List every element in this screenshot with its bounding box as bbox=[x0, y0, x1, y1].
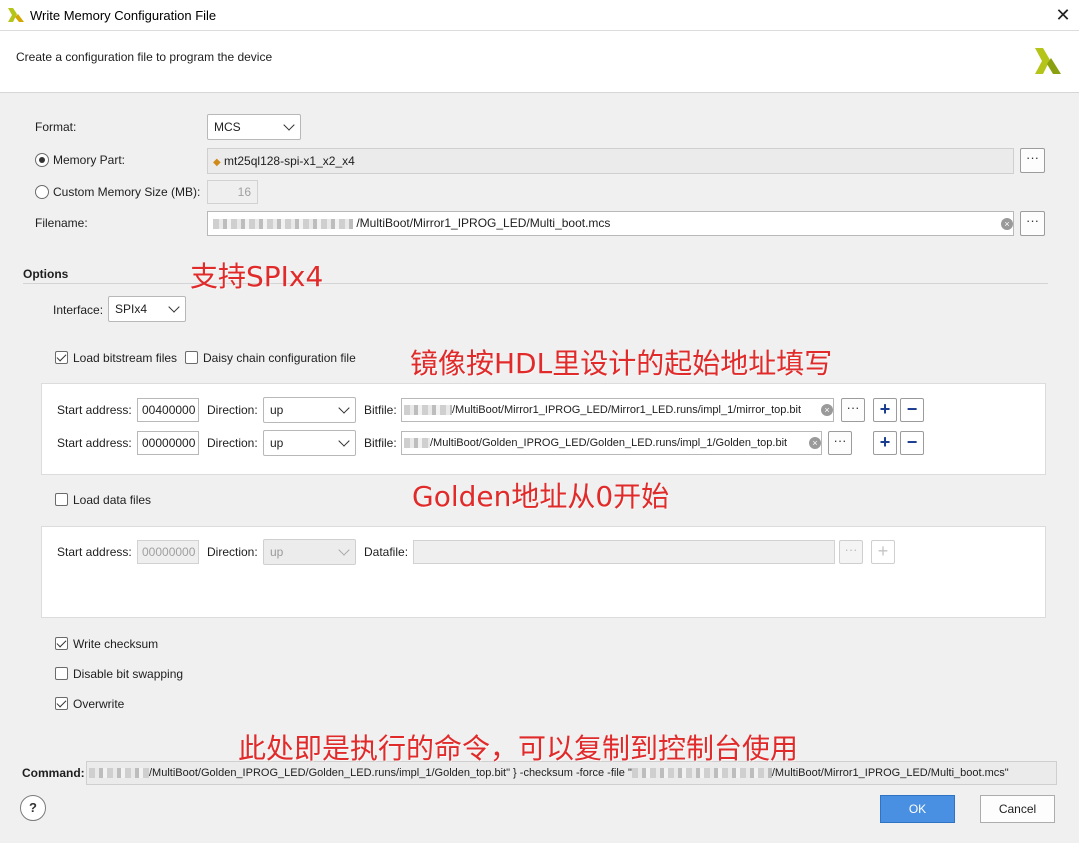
header-description: Create a configuration file to program t… bbox=[16, 50, 273, 64]
direction-select[interactable]: up bbox=[263, 430, 356, 456]
ok-button[interactable]: OK bbox=[880, 795, 955, 823]
remove-row-button[interactable]: − bbox=[900, 398, 924, 422]
clear-icon[interactable]: × bbox=[809, 437, 821, 449]
add-row-button[interactable]: + bbox=[873, 431, 897, 455]
options-divider bbox=[23, 283, 1048, 284]
memory-part-field[interactable]: ◆ mt25ql128-spi-x1_x2_x4 bbox=[207, 148, 1014, 174]
data-direction-select[interactable]: up bbox=[263, 539, 356, 565]
filename-field[interactable]: /MultiBoot/Mirror1_IPROG_LED/Multi_boot.… bbox=[207, 211, 1014, 236]
overwrite-label: Overwrite bbox=[73, 697, 125, 711]
interface-value: SPIx4 bbox=[115, 302, 148, 316]
add-row-button[interactable]: + bbox=[873, 398, 897, 422]
custom-memory-size-label: Custom Memory Size (MB): bbox=[53, 185, 201, 199]
chevron-down-icon bbox=[338, 435, 350, 447]
format-select[interactable]: MCS bbox=[207, 114, 301, 140]
direction-value: up bbox=[270, 403, 284, 417]
direction-value: up bbox=[270, 436, 284, 450]
annotation-command: 此处即是执行的命令，可以复制到控制台使用 bbox=[238, 732, 799, 765]
annotation-hdl: 镜像按HDL里设计的起始地址填写 bbox=[410, 347, 833, 380]
remove-row-button[interactable]: − bbox=[900, 431, 924, 455]
title-bar: Write Memory Configuration File ✕ bbox=[0, 0, 1079, 31]
write-checksum-label: Write checksum bbox=[73, 637, 159, 651]
custom-memory-size-field[interactable]: 16 bbox=[207, 180, 258, 204]
bitfile-label: Bitfile: bbox=[364, 403, 397, 417]
format-value: MCS bbox=[214, 120, 241, 134]
bitfile-browse-button[interactable]: ··· bbox=[828, 431, 852, 455]
direction-value: up bbox=[270, 545, 284, 559]
bitfile-input[interactable]: /MultiBoot/Golden_IPROG_LED/Golden_LED.r… bbox=[401, 431, 822, 455]
chevron-down-icon bbox=[338, 544, 350, 556]
annotation-spi: 支持SPIx4 bbox=[190, 260, 324, 293]
disable-bit-swapping-checkbox[interactable] bbox=[55, 667, 68, 680]
datafile-label: Datafile: bbox=[364, 545, 409, 559]
vivado-logo-icon bbox=[8, 8, 24, 22]
chevron-down-icon bbox=[168, 301, 180, 313]
datafile-input[interactable] bbox=[413, 540, 835, 564]
start-address-label: Start address: bbox=[57, 545, 132, 559]
add-data-row-button[interactable]: + bbox=[871, 540, 895, 564]
help-button[interactable]: ? bbox=[20, 795, 46, 821]
direction-select[interactable]: up bbox=[263, 397, 356, 423]
command-part2: /MultiBoot/Mirror1_IPROG_LED/Multi_boot.… bbox=[771, 767, 1009, 779]
redacted-path bbox=[404, 405, 452, 416]
daisy-chain-checkbox[interactable] bbox=[185, 351, 198, 364]
daisy-chain-label: Daisy chain configuration file bbox=[203, 351, 356, 365]
redacted-path bbox=[631, 768, 772, 779]
start-address-label: Start address: bbox=[57, 436, 132, 450]
bitfile-value: /MultiBoot/Mirror1_IPROG_LED/Mirror1_LED… bbox=[452, 404, 802, 416]
memory-part-radio[interactable] bbox=[35, 153, 49, 167]
write-checksum-checkbox[interactable] bbox=[55, 637, 68, 650]
memory-part-label: Memory Part: bbox=[53, 153, 126, 167]
redacted-path bbox=[404, 438, 430, 449]
command-part1: /MultiBoot/Golden_IPROG_LED/Golden_LED.r… bbox=[149, 767, 632, 779]
load-bitstream-label: Load bitstream files bbox=[73, 351, 178, 365]
annotation-golden: Golden地址从0开始 bbox=[412, 480, 670, 513]
memory-part-browse-button[interactable]: ··· bbox=[1020, 148, 1045, 173]
chevron-down-icon bbox=[338, 402, 350, 414]
format-label: Format: bbox=[35, 120, 77, 134]
redacted-path bbox=[213, 218, 353, 229]
disable-bit-swapping-label: Disable bit swapping bbox=[73, 667, 184, 681]
filename-browse-button[interactable]: ··· bbox=[1020, 211, 1045, 236]
cancel-button[interactable]: Cancel bbox=[980, 795, 1055, 823]
command-label: Command: bbox=[22, 766, 85, 780]
load-data-label: Load data files bbox=[73, 493, 152, 507]
datafile-browse-button[interactable]: ··· bbox=[839, 540, 863, 564]
window-title: Write Memory Configuration File bbox=[30, 8, 217, 23]
overwrite-checkbox[interactable] bbox=[55, 697, 68, 710]
bitstream-panel bbox=[41, 383, 1046, 475]
direction-label: Direction: bbox=[207, 436, 258, 450]
bitfile-input[interactable]: /MultiBoot/Mirror1_IPROG_LED/Mirror1_LED… bbox=[401, 398, 834, 422]
bitfile-value: /MultiBoot/Golden_IPROG_LED/Golden_LED.r… bbox=[430, 437, 788, 449]
start-address-label: Start address: bbox=[57, 403, 132, 417]
chip-icon: ◆ bbox=[213, 157, 221, 168]
interface-label: Interface: bbox=[53, 303, 104, 317]
chevron-down-icon bbox=[283, 119, 295, 131]
custom-memory-size-radio[interactable] bbox=[35, 185, 49, 199]
load-data-checkbox[interactable] bbox=[55, 493, 68, 506]
filename-value: /MultiBoot/Mirror1_IPROG_LED/Multi_boot.… bbox=[356, 216, 611, 230]
clear-icon[interactable]: × bbox=[821, 404, 833, 416]
close-button[interactable]: ✕ bbox=[1052, 4, 1074, 26]
data-start-address-input[interactable]: 00000000 bbox=[137, 540, 199, 564]
interface-select[interactable]: SPIx4 bbox=[108, 296, 186, 322]
vivado-brand-logo-icon bbox=[1035, 48, 1061, 74]
direction-label: Direction: bbox=[207, 545, 258, 559]
start-address-input[interactable]: 00400000 bbox=[137, 398, 199, 422]
bitfile-browse-button[interactable]: ··· bbox=[841, 398, 865, 422]
options-heading: Options bbox=[23, 267, 69, 281]
bitfile-label: Bitfile: bbox=[364, 436, 397, 450]
clear-icon[interactable]: × bbox=[1001, 218, 1013, 230]
memory-part-value: mt25ql128-spi-x1_x2_x4 bbox=[224, 154, 355, 168]
load-bitstream-checkbox[interactable] bbox=[55, 351, 68, 364]
direction-label: Direction: bbox=[207, 403, 258, 417]
start-address-input[interactable]: 00000000 bbox=[137, 431, 199, 455]
redacted-path bbox=[89, 768, 149, 779]
filename-label: Filename: bbox=[35, 216, 88, 230]
